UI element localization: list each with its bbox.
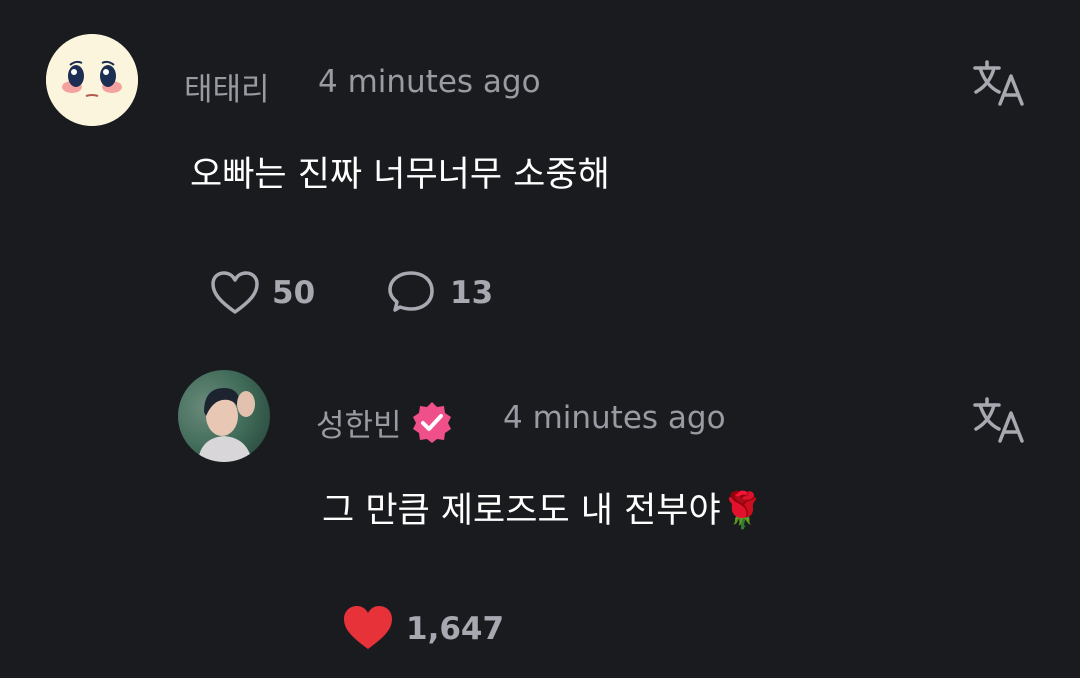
reply-like-button[interactable]: [342, 604, 394, 652]
reply-like-count: 1,647: [406, 611, 505, 647]
reply-timestamp: 4 minutes ago: [503, 400, 726, 436]
reply-text-body: 그 만큼 제로즈도 내 전부야: [322, 491, 721, 531]
like-count: 50: [272, 275, 316, 311]
speech-bubble-icon: [388, 271, 434, 312]
reply-avatar[interactable]: [178, 370, 270, 462]
heart-outline-icon: [211, 271, 259, 314]
reply-translate-button[interactable]: [972, 395, 1028, 445]
translate-icon: [973, 397, 1024, 443]
comment-text: 오빠는 진짜 너무너무 소중해: [190, 155, 610, 195]
comment-timestamp: 4 minutes ago: [318, 64, 541, 100]
reply-text: 그 만큼 제로즈도 내 전부야🌹: [322, 482, 764, 533]
comment-author[interactable]: 태태리: [184, 64, 270, 109]
reply-author[interactable]: 성한빈: [316, 400, 402, 445]
verified-badge-icon: [410, 400, 454, 444]
like-button[interactable]: [210, 270, 260, 316]
crying-face-icon: [46, 34, 138, 126]
user-photo-avatar: [178, 370, 270, 462]
heart-filled-icon: [344, 606, 392, 649]
comment-avatar[interactable]: [46, 34, 138, 126]
rose-emoji: 🌹: [720, 491, 765, 531]
translate-icon: [973, 60, 1024, 106]
reply-count: 13: [450, 275, 494, 311]
reply-button[interactable]: [386, 270, 436, 318]
translate-button[interactable]: [972, 58, 1028, 108]
